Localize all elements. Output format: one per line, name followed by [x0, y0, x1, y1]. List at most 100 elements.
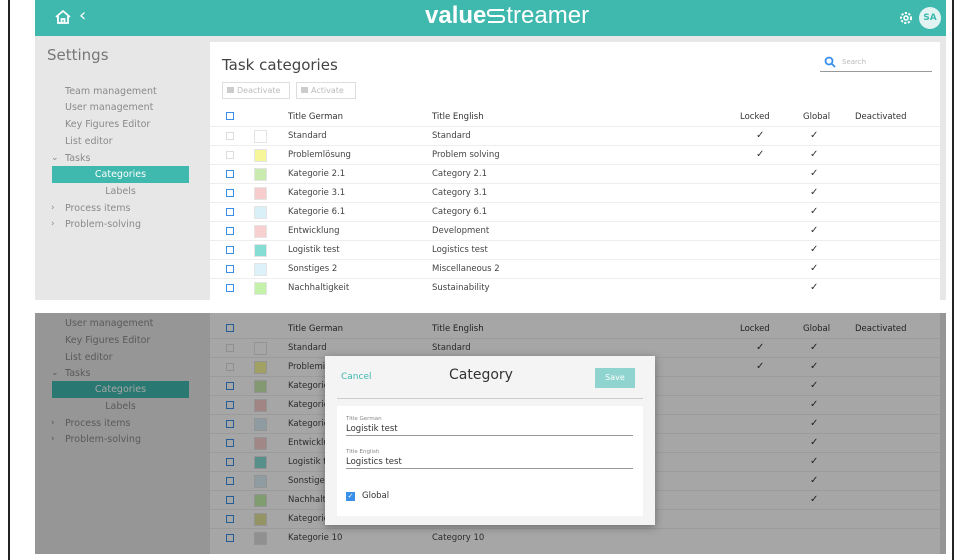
cell-title-german: Entwicklung [288, 226, 340, 236]
row-checkbox[interactable] [226, 189, 234, 197]
cell-title-german: Logistik test [288, 245, 340, 255]
sidebar-item-categories[interactable]: Categories [52, 166, 189, 183]
row-checkbox[interactable] [226, 227, 234, 235]
cell-title-english: Sustainability [432, 283, 490, 293]
home-icon[interactable] [54, 8, 72, 26]
title-german-input[interactable]: Logistik test [346, 424, 633, 436]
global-check-icon: ✓ [810, 149, 819, 160]
sidebar-item-problem-solving[interactable]: › Problem-solving [35, 216, 189, 233]
color-swatch [254, 263, 267, 276]
chevron-left-icon[interactable]: ‹ [79, 5, 86, 26]
color-swatch [254, 244, 267, 257]
cell-title-german: Problemlösung [288, 150, 351, 160]
color-swatch [254, 206, 267, 219]
cell-title-german: Standard [288, 131, 327, 141]
row-checkbox[interactable] [226, 170, 234, 178]
global-label: Global [362, 491, 390, 501]
sidebar-item-list-editor[interactable]: List editor [35, 133, 189, 150]
row-checkbox[interactable] [226, 265, 234, 273]
locked-check-icon: ✓ [756, 130, 765, 141]
frame-right-border [952, 0, 954, 560]
top-bar: ‹ value treamer SA [35, 0, 946, 36]
cell-title-german: Kategorie 2.1 [288, 169, 346, 179]
locked-check-icon: ✓ [756, 149, 765, 160]
cell-title-english: Development [432, 226, 490, 236]
table-row[interactable]: Problemlösung Problem solving ✓ ✓ [210, 145, 940, 164]
title-german-label: Title German [346, 416, 382, 422]
color-swatch [254, 282, 267, 295]
chevron-right-icon: › [51, 219, 55, 229]
save-button[interactable]: Save [595, 368, 635, 388]
color-swatch [254, 130, 267, 143]
cancel-button[interactable]: Cancel [341, 372, 372, 382]
color-swatch [254, 149, 267, 162]
sidebar-item-team-management[interactable]: Team management [35, 83, 189, 100]
col-global[interactable]: Global [803, 112, 830, 122]
cell-title-english: Standard [432, 131, 471, 141]
color-swatch [254, 225, 267, 238]
global-check-icon: ✓ [810, 168, 819, 179]
row-checkbox[interactable] [226, 246, 234, 254]
table-row[interactable]: Sonstiges 2 Miscellaneous 2 ✓ [210, 259, 940, 278]
cell-title-english: Category 6.1 [432, 207, 488, 217]
dialog-screen: User management Key Figures Editor List … [35, 313, 946, 554]
app-logo: value treamer [425, 2, 590, 29]
sidebar-item-label: Tasks [65, 153, 91, 164]
chevron-down-icon: ⌄ [51, 153, 59, 163]
dialog-title: Category [449, 367, 513, 383]
divider [337, 398, 643, 399]
search-input[interactable]: Search [820, 56, 932, 72]
dialog-form: Title German Logistik test Title English… [337, 406, 643, 516]
table-row[interactable]: Kategorie 2.1 Category 2.1 ✓ [210, 164, 940, 183]
cell-title-english: Category 3.1 [432, 188, 488, 198]
cell-title-german: Kategorie 6.1 [288, 207, 346, 217]
sidebar-item-labels[interactable]: Labels [52, 183, 189, 200]
global-check-icon: ✓ [810, 130, 819, 141]
col-title-english[interactable]: Title English [432, 112, 484, 122]
gear-icon[interactable] [897, 9, 915, 27]
activate-button[interactable]: Activate [296, 82, 356, 99]
row-checkbox[interactable] [226, 284, 234, 292]
col-title-german[interactable]: Title German [288, 112, 343, 122]
color-swatch [254, 168, 267, 181]
col-deactivated[interactable]: Deactivated [855, 112, 907, 122]
sidebar-item-label: Problem-solving [65, 219, 141, 230]
global-check-icon: ✓ [810, 206, 819, 217]
col-locked[interactable]: Locked [740, 112, 770, 122]
row-checkbox[interactable] [226, 132, 234, 140]
select-all-checkbox[interactable] [226, 112, 234, 120]
search-placeholder: Search [842, 58, 867, 66]
global-check-icon: ✓ [810, 282, 819, 293]
deactivate-button[interactable]: Deactivate [222, 82, 290, 99]
sidebar-item-user-management[interactable]: User management [35, 99, 189, 116]
chevron-right-icon: › [51, 203, 55, 213]
sidebar-item-key-figures-editor[interactable]: Key Figures Editor [35, 116, 189, 133]
sidebar-item-tasks[interactable]: ⌄ Tasks [35, 150, 189, 167]
category-dialog: Cancel Category Save Title German Logist… [325, 356, 655, 525]
sidebar-item-label: Process items [65, 203, 131, 214]
table-row[interactable]: Kategorie 3.1 Category 3.1 ✓ [210, 183, 940, 202]
cell-title-english: Problem solving [432, 150, 500, 160]
table-row[interactable]: Entwicklung Development ✓ [210, 221, 940, 240]
global-checkbox[interactable]: ✓ [346, 492, 355, 501]
cell-title-german: Sonstiges 2 [288, 264, 338, 274]
frame-left-border [8, 0, 10, 560]
cell-title-english: Miscellaneous 2 [432, 264, 500, 274]
sidebar-item-process-items[interactable]: › Process items [35, 200, 189, 217]
table-row[interactable]: Nachhaltigkeit Sustainability ✓ [210, 278, 940, 297]
cell-title-english: Logistics test [432, 245, 488, 255]
table-row[interactable]: Kategorie 6.1 Category 6.1 ✓ [210, 202, 940, 221]
sidebar-title: Settings [47, 46, 109, 64]
table-row[interactable]: Logistik test Logistics test ✓ [210, 240, 940, 259]
color-swatch [254, 187, 267, 200]
row-checkbox[interactable] [226, 151, 234, 159]
table-row[interactable]: Standard Standard ✓ ✓ [210, 126, 940, 145]
cell-title-german: Kategorie 3.1 [288, 188, 346, 198]
global-check-icon: ✓ [810, 187, 819, 198]
row-checkbox[interactable] [226, 208, 234, 216]
cell-title-german: Nachhaltigkeit [288, 283, 350, 293]
main-content: Task categories Search Deactivate Activa… [210, 42, 940, 300]
title-english-input[interactable]: Logistics test [346, 457, 633, 469]
search-icon [824, 56, 836, 68]
avatar[interactable]: SA [919, 7, 941, 29]
